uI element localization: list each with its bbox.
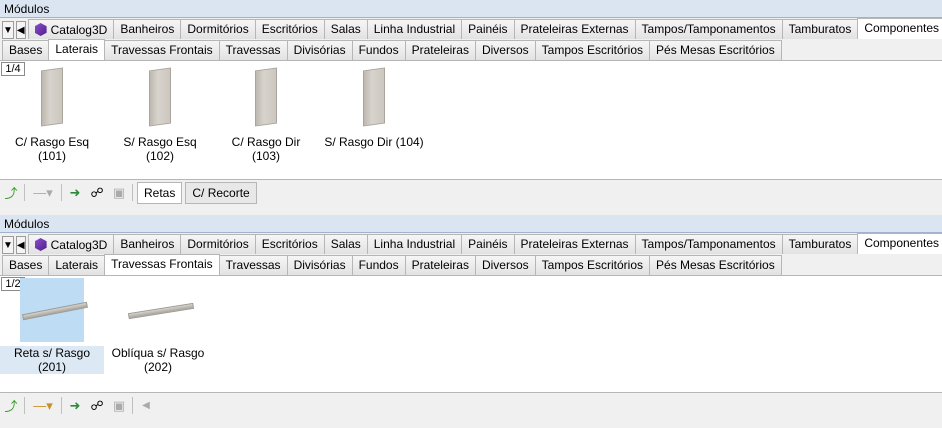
- tab-paineis[interactable]: Painéis: [461, 234, 515, 254]
- tab-pes-mesas-escritorios[interactable]: Pés Mesas Escritórios: [649, 255, 782, 275]
- tab-laterais[interactable]: Laterais: [48, 255, 106, 275]
- lock-icon[interactable]: ▣: [110, 184, 128, 202]
- panel-title: Módulos: [0, 215, 942, 233]
- tab-diversos[interactable]: Diversos: [474, 40, 536, 60]
- tab-pes-mesas-escritorios[interactable]: Pés Mesas Escritórios: [649, 40, 782, 60]
- chevron-down-icon[interactable]: ▼: [2, 21, 14, 39]
- item-label: S/ Rasgo Dir (104): [324, 135, 424, 149]
- item-label: C/ Rasgo Esq (101): [14, 135, 90, 163]
- tab-divisorias[interactable]: Divisórias: [286, 255, 353, 275]
- tab-paineis[interactable]: Painéis: [461, 19, 515, 39]
- tab-fundos[interactable]: Fundos: [351, 40, 406, 60]
- tab-linha-industrial[interactable]: Linha Industrial: [366, 234, 463, 254]
- purple-cube-icon: [34, 23, 47, 36]
- list-item[interactable]: Reta s/ Rasgo (201): [0, 278, 104, 374]
- tab-travessas-frontais[interactable]: Travessas Frontais: [104, 254, 220, 275]
- item-label: Reta s/ Rasgo (201): [0, 346, 104, 374]
- tab-catalog3d[interactable]: Catalog3D: [27, 19, 115, 39]
- purple-cube-icon: [34, 238, 47, 251]
- item-label: Oblíqua s/ Rasgo (202): [111, 346, 205, 374]
- category-tabs: ▼ ◀ Catalog3D Banheiros Dormitórios Escrit…: [0, 233, 942, 254]
- tab-componentes[interactable]: Componentes: [857, 18, 942, 39]
- side-panel-thumbnail: [128, 63, 192, 127]
- panel-toolbar: ⤴ —▾ ➜ ☍ ▣ Retas C/ Recorte: [0, 180, 942, 205]
- tab-banheiros[interactable]: Banheiros: [113, 19, 182, 39]
- item-label: S/ Rasgo Esq (102): [123, 135, 197, 163]
- tab-prateleiras[interactable]: Prateleiras: [404, 40, 476, 60]
- tab-tampos-escritorios[interactable]: Tampos Escritórios: [534, 255, 651, 275]
- tab-dormitorios[interactable]: Dormitórios: [180, 234, 256, 254]
- tab-bases[interactable]: Bases: [2, 40, 50, 60]
- side-panel-thumbnail: [234, 63, 298, 127]
- tab-travessas[interactable]: Travessas: [218, 40, 288, 60]
- scroll-left-icon[interactable]: ◀: [137, 397, 155, 415]
- tab-divisorias[interactable]: Divisórias: [286, 40, 353, 60]
- list-item[interactable]: C/ Rasgo Esq (101): [2, 63, 102, 163]
- tab-linha-industrial[interactable]: Linha Industrial: [366, 19, 463, 39]
- tab-salas[interactable]: Salas: [323, 19, 368, 39]
- tab-laterais[interactable]: Laterais: [48, 39, 106, 60]
- item-label: C/ Rasgo Dir (103): [231, 135, 301, 163]
- tab-fundos[interactable]: Fundos: [351, 255, 406, 275]
- bottom-modules-panel: Módulos ▼ ◀ Catalog3D Banheiros Dormitóri…: [0, 215, 942, 418]
- tab-diversos[interactable]: Diversos: [474, 255, 536, 275]
- chevron-down-icon[interactable]: ▼: [2, 236, 14, 254]
- tab-tampos-escritorios[interactable]: Tampos Escritórios: [534, 40, 651, 60]
- chevron-left-icon[interactable]: ◀: [15, 236, 26, 254]
- binoculars-icon[interactable]: ☍: [88, 397, 106, 415]
- beam-thumbnail: [20, 278, 88, 342]
- panel-toolbar: ⤴ —▾ ➜ ☍ ▣ ◀: [0, 393, 942, 418]
- tab-salas[interactable]: Salas: [323, 234, 368, 254]
- tab-tamburatos[interactable]: Tamburatos: [781, 19, 859, 39]
- line-style-icon[interactable]: —▾: [29, 184, 57, 202]
- tab-catalog3d[interactable]: Catalog3D: [27, 234, 115, 254]
- green-arrow-right-icon[interactable]: ➜: [66, 397, 84, 415]
- lock-icon[interactable]: ▣: [110, 397, 128, 415]
- items-view: 1/4 C/ Rasgo Esq (101) S/ Rasgo Esq (102…: [0, 60, 942, 180]
- tab-retas[interactable]: Retas: [137, 181, 183, 204]
- tab-c-recorte[interactable]: C/ Recorte: [185, 181, 257, 204]
- tab-componentes[interactable]: Componentes: [857, 233, 942, 254]
- beam-thumbnail: [126, 278, 195, 342]
- list-item[interactable]: S/ Rasgo Esq (102): [108, 63, 212, 163]
- green-arrow-tree-icon[interactable]: ⤴: [2, 397, 20, 415]
- subcategory-tabs: Bases Laterais Travessas Frontais Travessas…: [0, 254, 942, 275]
- list-item[interactable]: C/ Rasgo Dir (103): [216, 63, 316, 163]
- tab-banheiros[interactable]: Banheiros: [113, 234, 182, 254]
- tab-tamburatos[interactable]: Tamburatos: [781, 234, 859, 254]
- subcategory-tabs: Bases Laterais Travessas Frontais Travessas…: [0, 39, 942, 60]
- tab-travessas[interactable]: Travessas: [218, 255, 288, 275]
- green-arrow-right-icon[interactable]: ➜: [66, 184, 84, 202]
- tab-travessas-frontais[interactable]: Travessas Frontais: [104, 40, 220, 60]
- panel-title: Módulos: [0, 0, 942, 18]
- green-arrow-tree-icon[interactable]: ⤴: [2, 184, 20, 202]
- tab-bases[interactable]: Bases: [2, 255, 50, 275]
- tab-tampos-tamponamentos[interactable]: Tampos/Tamponamentos: [634, 19, 783, 39]
- tab-prateleiras[interactable]: Prateleiras: [404, 255, 476, 275]
- items-view: 1/2 Reta s/ Rasgo (201) Oblíqua s/ Rasgo…: [0, 275, 942, 393]
- top-modules-panel: Módulos ▼ ◀ Catalog3D Banheiros Dormitóri…: [0, 0, 942, 205]
- chevron-left-icon[interactable]: ◀: [15, 21, 26, 39]
- tab-escritorios[interactable]: Escritórios: [254, 19, 325, 39]
- tab-escritorios[interactable]: Escritórios: [254, 234, 325, 254]
- tab-dormitorios[interactable]: Dormitórios: [180, 19, 256, 39]
- list-item[interactable]: S/ Rasgo Dir (104): [324, 63, 424, 149]
- category-tabs: ▼ ◀ Catalog3D Banheiros Dormitórios Escrit…: [0, 18, 942, 39]
- line-style-icon[interactable]: —▾: [29, 397, 57, 415]
- tab-prateleiras-externas[interactable]: Prateleiras Externas: [513, 234, 636, 254]
- tab-prateleiras-externas[interactable]: Prateleiras Externas: [513, 19, 636, 39]
- binoculars-icon[interactable]: ☍: [88, 184, 106, 202]
- side-panel-thumbnail: [20, 63, 84, 127]
- list-item[interactable]: Oblíqua s/ Rasgo (202): [106, 278, 210, 374]
- tab-tampos-tamponamentos[interactable]: Tampos/Tamponamentos: [634, 234, 783, 254]
- side-panel-thumbnail: [342, 63, 406, 127]
